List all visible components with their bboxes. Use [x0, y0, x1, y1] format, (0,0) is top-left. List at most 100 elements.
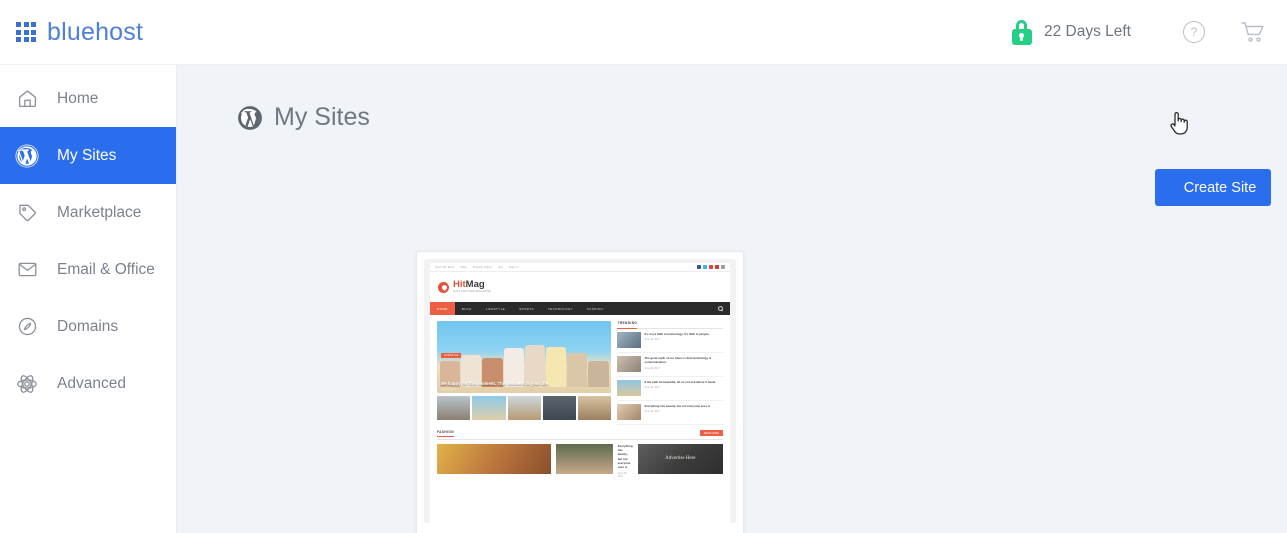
instagram-icon — [721, 265, 725, 269]
site-preview-screenshot: June 28, 2017 FAQ Privacy Policy Ara Sig… — [430, 263, 730, 523]
post-text: The great myth of our times is that tech… — [644, 356, 723, 372]
wordpress-icon — [14, 143, 40, 169]
post-text: If the path be beautiful, let us not ask… — [644, 380, 723, 396]
sidebar-item-home[interactable]: Home — [0, 70, 176, 127]
post-text: Everything has beauty, but not everyone … — [644, 404, 723, 420]
sidebar-item-email-office[interactable]: Email & Office — [0, 241, 176, 298]
compass-icon — [14, 314, 40, 340]
utility-link: Ara — [498, 265, 503, 269]
top-bar: bluehost 22 Days Left ? — [0, 0, 1287, 65]
post-title: If the path be beautiful, let us not ask… — [644, 380, 717, 384]
post-date: June 28, 2017 — [644, 410, 660, 414]
post-thumbnail — [617, 332, 642, 348]
fashion-header: FASHION READ MORE — [437, 430, 723, 440]
preview-nav-lifestyle: LIFESTYLE — [485, 306, 506, 311]
preview-nav-sports: SPORTS — [519, 306, 534, 311]
hero-date: June 28, 2017 — [441, 387, 457, 391]
site-card-meta: Time to Start Blogging http://timetostar… — [417, 523, 743, 533]
fashion-row: Everything has beauty, but not everyone … — [437, 443, 723, 479]
sidebar-item-label: Home — [57, 89, 99, 107]
fashion-feature-image — [437, 443, 551, 474]
sidebar-item-domains[interactable]: Domains — [0, 298, 176, 355]
main-content: My Sites Create Site June 28, 2017 FAQ P… — [177, 65, 1287, 533]
preview-utility-bar: June 28, 2017 FAQ Privacy Policy Ara Sig… — [430, 263, 730, 272]
post-date: June 28, 2017 — [644, 366, 660, 370]
bluehost-logo[interactable]: bluehost — [16, 18, 143, 47]
post-date: June 28, 2017 — [644, 338, 660, 342]
post-thumbnail — [617, 356, 642, 372]
post-date: June 28, 2017 — [644, 386, 660, 390]
atom-icon — [14, 371, 40, 397]
preview-body: LIFESTYLE Be happy for this moment. This… — [430, 315, 730, 425]
fashion-post-title: Everything has beauty, but not everyone … — [617, 443, 633, 470]
page-title: My Sites — [274, 103, 370, 131]
grid-icon — [16, 22, 36, 42]
envelope-icon — [14, 257, 40, 283]
preview-nav-items: HOME BLOG LIFESTYLE SPORTS TECHNOLOGY FA… — [430, 302, 610, 315]
post-title: The great myth of our times is that tech… — [644, 356, 712, 365]
site-card[interactable]: June 28, 2017 FAQ Privacy Policy Ara Sig… — [416, 251, 744, 533]
preview-thumb-row — [437, 396, 612, 420]
preview-nav: HOME BLOG LIFESTYLE SPORTS TECHNOLOGY FA… — [430, 302, 730, 315]
preview-social-icons — [697, 265, 725, 269]
page-title-group: My Sites — [237, 103, 370, 132]
post-thumbnail — [617, 380, 642, 396]
trending-post: If the path be beautiful, let us not ask… — [617, 377, 723, 401]
utility-link: FAQ — [460, 265, 467, 269]
sidebar-item-label: My Sites — [57, 146, 117, 164]
twitter-icon — [703, 265, 707, 269]
hitmag-logo-icon — [438, 281, 449, 293]
hitmag-wordmark: HitMag JUST ANOTHER MAGAZINE — [453, 280, 491, 294]
sidebar-item-label: Advanced — [57, 374, 126, 392]
sidebar-item-my-sites[interactable]: My Sites — [0, 127, 176, 184]
logo-text-red: Hit — [453, 279, 466, 291]
tag-icon — [14, 200, 40, 226]
trending-post: Everything has beauty, but not everyone … — [617, 401, 723, 425]
logo-tagline: JUST ANOTHER MAGAZINE — [453, 290, 492, 294]
pinterest-icon — [715, 265, 719, 269]
wordpress-icon — [237, 105, 263, 131]
trending-post: The great myth of our times is that tech… — [617, 353, 723, 377]
post-thumbnail — [617, 404, 642, 420]
trending-heading-text: TRENDING — [617, 321, 638, 329]
post-text: It's not a faith in technology. It's fai… — [644, 332, 723, 348]
trending-heading: TRENDING — [617, 321, 723, 329]
help-circle-icon[interactable]: ? — [1183, 21, 1205, 43]
hero-caption: Be happy for this moment. This moment is… — [441, 381, 550, 386]
utility-link: Privacy Policy — [472, 265, 493, 269]
preview-nav-technology: TECHNOLOGY — [547, 306, 574, 311]
preview-logo-row: HitMag JUST ANOTHER MAGAZINE — [430, 272, 730, 302]
sidebar-item-label: Domains — [57, 317, 119, 335]
bluehost-dashboard: bluehost 22 Days Left ? Home My Sites Ma… — [0, 0, 1287, 533]
fashion-post-date: June 28, 2017 — [617, 472, 627, 479]
shopping-cart-icon[interactable] — [1241, 21, 1265, 43]
sidebar: Home My Sites Marketplace Email & Office… — [0, 65, 177, 533]
fashion-heading: FASHION — [437, 430, 454, 437]
create-site-button[interactable]: Create Site — [1155, 169, 1271, 206]
lock-icon — [1011, 19, 1032, 45]
trial-status[interactable]: 22 Days Left — [1011, 19, 1131, 45]
days-left-label: 22 Days Left — [1043, 23, 1131, 40]
hero-category-badge: LIFESTYLE — [441, 353, 462, 359]
site-thumbnail-frame: June 28, 2017 FAQ Privacy Policy Ara Sig… — [424, 259, 736, 523]
preview-nav-fashion: FASHION — [587, 306, 604, 311]
top-bar-right: 22 Days Left ? — [1011, 19, 1265, 45]
trending-post: It's not a faith in technology. It's fai… — [617, 329, 723, 353]
preview-trending: TRENDING It's not a faith in technology.… — [617, 321, 723, 425]
body: Home My Sites Marketplace Email & Office… — [0, 65, 1287, 533]
post-title: Everything has beauty, but not everyone … — [644, 404, 711, 408]
sidebar-item-marketplace[interactable]: Marketplace — [0, 184, 176, 241]
home-icon — [14, 86, 40, 112]
search-icon — [718, 306, 723, 311]
advertise-here-banner: Advertise Here — [637, 443, 723, 474]
preview-nav-blog: BLOG — [461, 306, 472, 311]
preview-hero: LIFESTYLE Be happy for this moment. This… — [437, 321, 612, 425]
sidebar-item-advanced[interactable]: Advanced — [0, 355, 176, 412]
utility-link: June 28, 2017 — [435, 265, 455, 269]
fashion-post-image — [555, 443, 613, 474]
page-header: My Sites — [237, 103, 1287, 132]
preview-fashion-section: FASHION READ MORE Everything has beauty,… — [430, 424, 730, 479]
post-title: It's not a faith in technology. It's fai… — [644, 332, 710, 336]
preview-nav-home: HOME — [430, 302, 455, 315]
fashion-readmore-button: READ MORE — [699, 430, 723, 436]
